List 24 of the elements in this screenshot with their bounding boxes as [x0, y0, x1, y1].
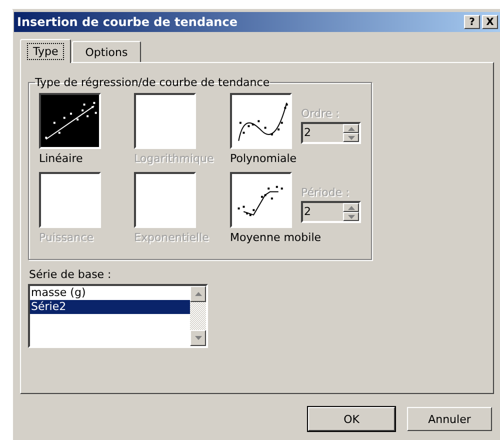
trendline-type-label: Polynomiale — [230, 152, 297, 167]
up-arrow-icon — [348, 206, 354, 210]
tab[interactable]: Options — [72, 41, 141, 62]
cancel-button[interactable]: Annuler — [407, 407, 492, 431]
up-arrow-icon — [194, 292, 202, 296]
trendline-type-option[interactable] — [230, 93, 292, 149]
group-legend: Type de régression/de courbe de tendance — [35, 76, 270, 89]
close-button[interactable]: X — [482, 15, 498, 29]
trendline-type-label: Linéaire — [39, 152, 83, 167]
trendline-type-option[interactable] — [39, 93, 101, 149]
up-arrow-icon — [348, 126, 354, 130]
list-item[interactable]: Série2 — [30, 300, 190, 314]
ok-button[interactable]: OK — [308, 407, 395, 431]
down-arrow-icon — [194, 336, 202, 340]
trendline-type-label: Moyenne mobile — [230, 231, 322, 246]
help-button[interactable]: ? — [464, 15, 480, 29]
tab[interactable]: Type — [20, 39, 72, 63]
scrollbar[interactable] — [190, 286, 206, 346]
series-list[interactable]: masse (g) Série2 — [28, 284, 208, 348]
down-arrow-icon — [348, 136, 354, 140]
list-label: Série de base : — [29, 268, 112, 281]
down-arrow-icon — [348, 214, 354, 218]
window-title: Insertion de courbe de tendance — [17, 15, 238, 29]
trendline-type-option[interactable] — [230, 172, 292, 228]
